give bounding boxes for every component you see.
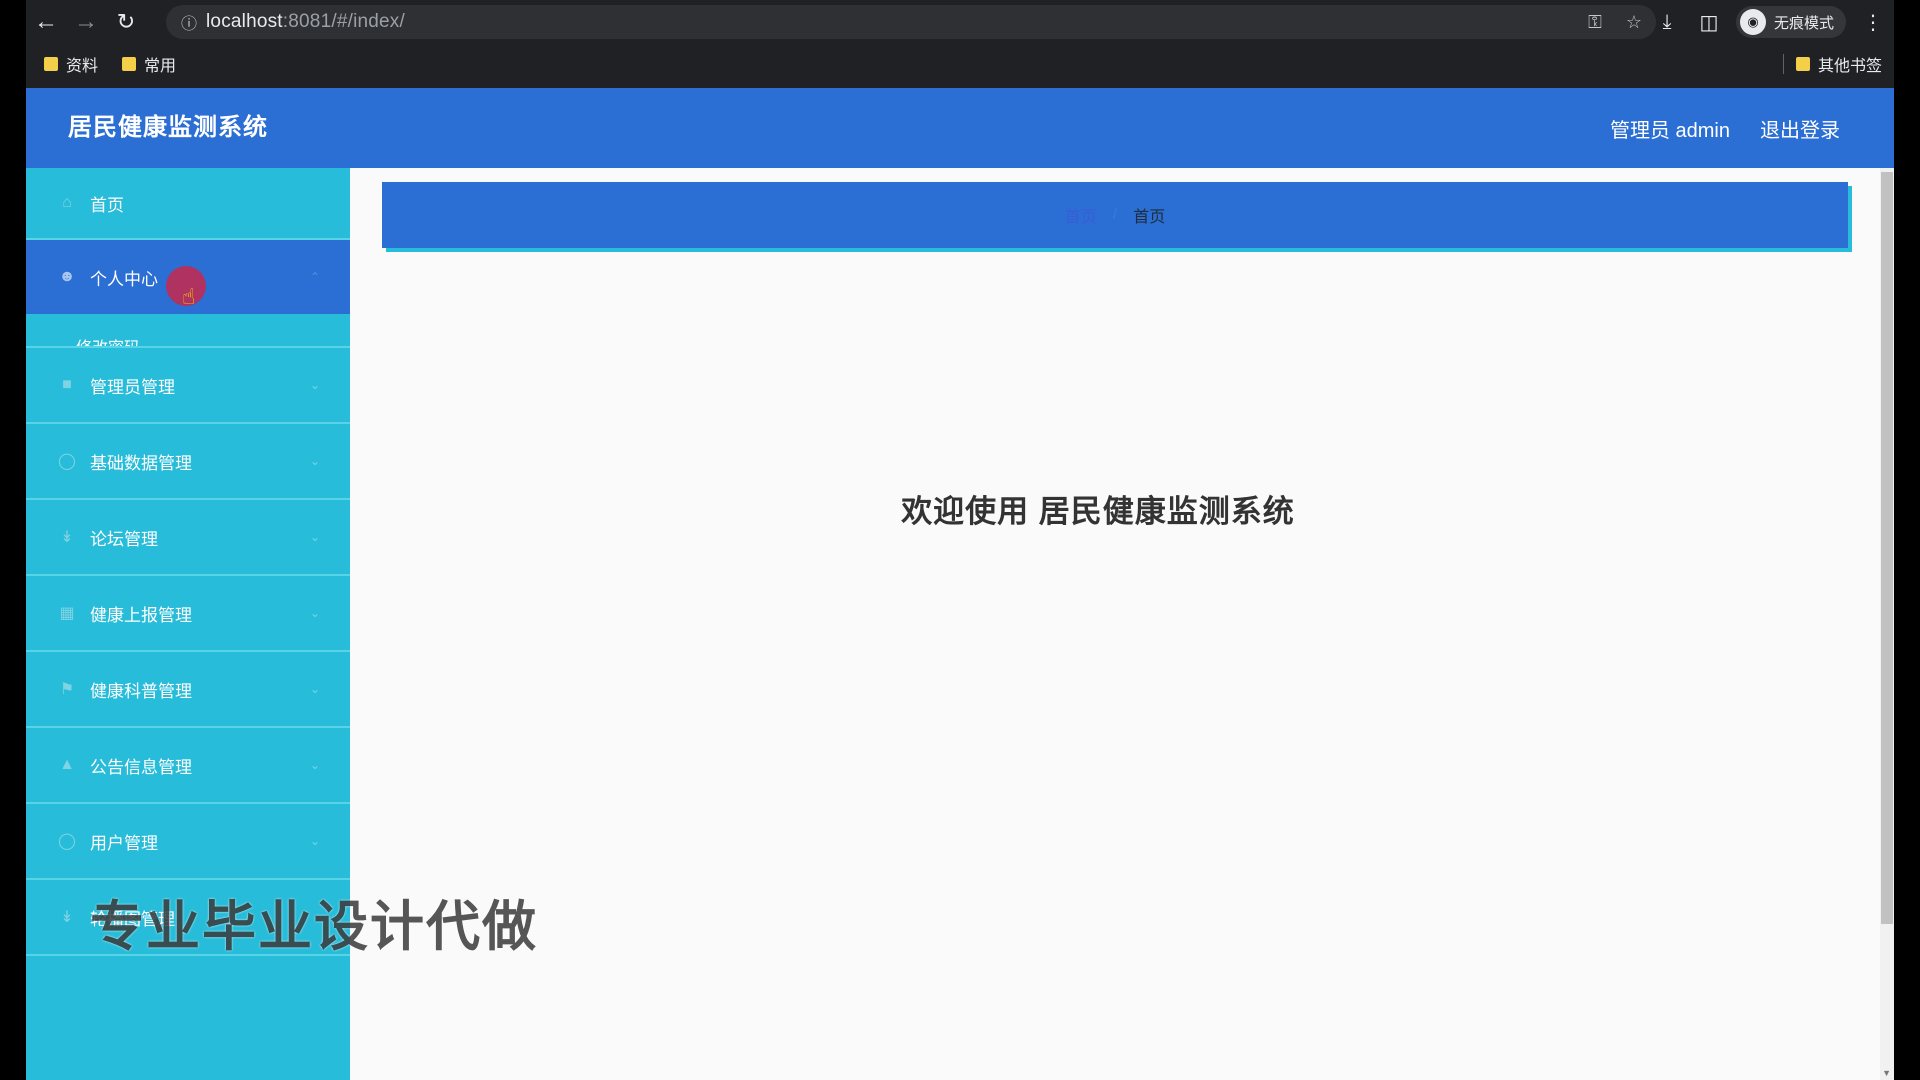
breadcrumb-home-link[interactable]: 首页 — [1065, 203, 1097, 227]
user-icon: ☻ — [58, 268, 76, 285]
sidebar-item-health-report[interactable]: ▦ 健康上报管理 ⌄ — [26, 576, 350, 652]
bookmark-divider — [1782, 54, 1784, 74]
submenu-item-change-password[interactable]: 修改密码 — [76, 334, 140, 346]
watermark-overlay: 专业毕业设计代做 — [90, 897, 538, 957]
chevron-down-icon: ⌄ — [309, 530, 320, 544]
breadcrumb-current: 首页 — [1133, 209, 1166, 226]
incognito-label: 无痕模式 — [1773, 14, 1834, 32]
chevron-up-icon: ⌃ — [309, 270, 320, 284]
carousel-icon: ↡ — [60, 909, 74, 926]
url-text[interactable]: localhost:8081/#/index/ — [206, 11, 405, 33]
sidebar-item-health-science[interactable]: ⚑ 健康科普管理 ⌄ — [26, 652, 350, 728]
app-title: 居民健康监测系统 — [68, 114, 268, 141]
page-scrollbar[interactable]: ▼ — [1880, 168, 1894, 1080]
submenu-personal-center: 修改密码 — [26, 314, 350, 348]
hand-cursor-icon: ☝ — [182, 284, 196, 309]
users-icon: ◯ — [58, 833, 76, 850]
more-menu-icon[interactable]: ⋮ — [1852, 0, 1894, 44]
password-key-icon[interactable]: ⚿ — [1588, 12, 1602, 33]
browser-toolbar: ← → ↻ ⓘ localhost:8081/#/index/ ⚿ ☆ ⤓ ◫ … — [26, 0, 1894, 44]
reload-icon[interactable]: ↻ — [106, 2, 146, 42]
other-bookmarks[interactable]: 其他书签 — [1795, 52, 1882, 76]
folder-icon — [1795, 57, 1810, 71]
chevron-down-icon: ⌄ — [309, 682, 320, 696]
address-bar[interactable]: ⓘ localhost:8081/#/index/ ⚿ ☆ — [166, 5, 1656, 39]
bookmark-star-icon[interactable]: ☆ — [1626, 12, 1642, 33]
home-icon: ⌂ — [62, 194, 72, 211]
forward-arrow-icon[interactable]: → — [66, 2, 106, 42]
sidebar-item-home[interactable]: ⌂ 首页 — [26, 168, 350, 240]
sidebar-item-notice[interactable]: ▲ 公告信息管理 ⌄ — [26, 728, 350, 804]
bookmark-label: 资料 — [66, 58, 99, 75]
download-icon[interactable]: ⤓ — [1646, 0, 1688, 44]
breadcrumb-separator: / — [1112, 206, 1118, 223]
sidebar-item-user-management[interactable]: ◯ 用户管理 ⌄ — [26, 804, 350, 880]
folder-icon — [44, 57, 58, 71]
data-icon: ◯ — [58, 453, 76, 470]
bookmark-label: 常用 — [144, 58, 177, 75]
sidebar-item-forum[interactable]: ↡ 论坛管理 ⌄ — [26, 500, 350, 576]
url-host: localhost — [206, 11, 283, 32]
chevron-down-icon: ⌄ — [309, 758, 320, 772]
bookmark-folder-1[interactable]: 资料 — [44, 52, 98, 76]
app-header: 居民健康监测系统 管理员 admin 退出登录 — [26, 88, 1894, 168]
sidebar-item-label: 首页 — [90, 195, 124, 215]
back-arrow-icon[interactable]: ← — [26, 2, 66, 42]
chevron-down-icon: ⌄ — [309, 378, 320, 392]
other-bookmarks-label: 其他书签 — [1817, 58, 1882, 75]
toolbar-right: ⤓ ◫ ◉ 无痕模式 ⋮ — [1646, 0, 1894, 44]
notice-icon: ▲ — [59, 756, 75, 773]
incognito-icon: ◉ — [1739, 9, 1766, 35]
scroll-down-arrow-icon[interactable]: ▼ — [1882, 1068, 1891, 1078]
browser-chrome: ← → ↻ ⓘ localhost:8081/#/index/ ⚿ ☆ ⤓ ◫ … — [26, 0, 1894, 88]
chevron-down-icon: ⌄ — [309, 454, 320, 468]
url-path: :8081/#/index/ — [282, 11, 405, 32]
side-panel-icon[interactable]: ◫ — [1688, 0, 1730, 44]
bookmark-folder-2[interactable]: 常用 — [122, 52, 176, 76]
main-content: 首页 / 首页 欢迎使用 居民健康监测系统 — [350, 168, 1894, 1080]
header-user-area: 管理员 admin 退出登录 — [1610, 88, 1840, 168]
incognito-badge[interactable]: ◉ 无痕模式 — [1735, 6, 1846, 38]
chevron-down-icon: ⌄ — [309, 606, 320, 620]
scrollbar-thumb[interactable] — [1881, 172, 1893, 924]
omnibox-actions: ⚿ ☆ — [1588, 5, 1642, 39]
welcome-message: 欢迎使用 居民健康监测系统 — [901, 494, 1295, 529]
forum-icon: ↡ — [60, 529, 74, 546]
bookmarks-bar: 资料 常用 其他书签 — [26, 48, 1894, 80]
screen: ← → ↻ ⓘ localhost:8081/#/index/ ⚿ ☆ ⤓ ◫ … — [0, 0, 1920, 1080]
flag-icon: ⚑ — [59, 681, 75, 698]
sidebar-item-admin-management[interactable]: ■ 管理员管理 ⌄ — [26, 348, 350, 424]
sidebar-item-basic-data[interactable]: ◯ 基础数据管理 ⌄ — [26, 424, 350, 500]
admin-icon: ■ — [62, 376, 72, 393]
site-info-icon[interactable]: ⓘ — [172, 10, 206, 34]
report-icon: ▦ — [59, 605, 75, 622]
chevron-down-icon: ⌄ — [309, 834, 320, 848]
breadcrumb: 首页 / 首页 — [382, 182, 1848, 248]
bookmarks-right: 其他书签 — [1782, 48, 1888, 80]
folder-icon — [122, 57, 137, 71]
current-user-label: 管理员 admin — [1609, 119, 1730, 142]
logout-button[interactable]: 退出登录 — [1760, 114, 1840, 143]
